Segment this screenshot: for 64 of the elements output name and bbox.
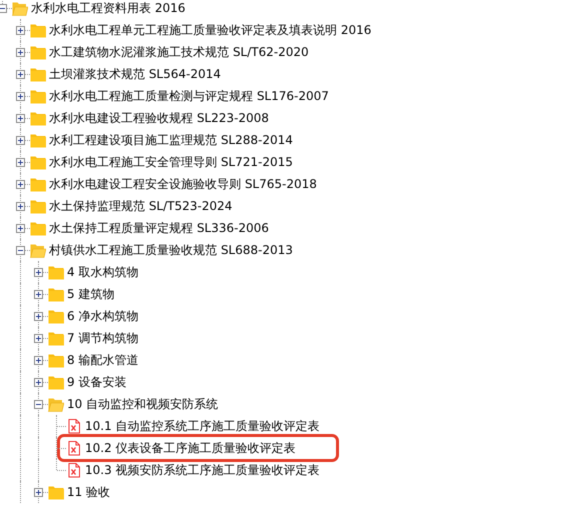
expand-icon[interactable] — [16, 26, 25, 34]
expand-icon[interactable] — [16, 92, 25, 100]
folder-icon — [30, 154, 46, 170]
tree-item-label[interactable]: 水利水电工程资料用表 2016 — [31, 0, 186, 16]
folder-icon — [48, 286, 64, 302]
expand-icon[interactable] — [16, 48, 25, 56]
tree-item-label[interactable]: 10.1 自动监控系统工序施工质量验收评定表 — [85, 418, 320, 434]
tree-item-label[interactable]: 10.3 视频安防系统工序施工质量验收评定表 — [85, 462, 320, 478]
expand-icon[interactable] — [16, 224, 25, 232]
expand-icon[interactable] — [34, 290, 43, 298]
folder-icon — [30, 44, 46, 60]
expand-icon[interactable] — [34, 334, 43, 342]
tree-item-label[interactable]: 10 自动监控和视频安防系统 — [67, 396, 218, 412]
folder-icon — [30, 66, 46, 82]
folder-icon — [48, 484, 64, 500]
folder-icon — [30, 198, 46, 214]
expand-icon[interactable] — [34, 488, 43, 496]
folder-icon — [30, 132, 46, 148]
tree-item-label[interactable]: 水土保持监理规范 SL/T523-2024 — [49, 198, 232, 214]
tree-item-label[interactable]: 9 设备安装 — [67, 374, 126, 390]
tree-item-label[interactable]: 5 建筑物 — [67, 286, 114, 302]
tree-item-label[interactable]: 水工建筑物水泥灌浆施工技术规范 SL/T62-2020 — [49, 44, 309, 60]
tree-item-label[interactable]: 水利水电工程单元工程施工质量验收评定表及填表说明 2016 — [49, 22, 372, 38]
tree-item-label[interactable]: 11 验收 — [67, 484, 110, 500]
tree-item-label[interactable]: 水利工程建设项目施工监理规范 SL288-2014 — [49, 132, 293, 148]
collapse-icon[interactable] — [0, 4, 7, 12]
folder-icon — [30, 110, 46, 126]
folder-icon — [48, 264, 64, 280]
tree-item-label[interactable]: 6 净水构筑物 — [67, 308, 138, 324]
folder-icon — [48, 330, 64, 346]
folder-icon — [30, 22, 46, 38]
tree-item-label[interactable]: 水土保持工程质量评定规程 SL336-2006 — [49, 220, 269, 236]
tree-item-label[interactable]: 4 取水构筑物 — [67, 264, 138, 280]
expand-icon[interactable] — [16, 158, 25, 166]
tree-item-label[interactable]: 土坝灌浆技术规范 SL564-2014 — [49, 66, 221, 82]
folder-icon — [30, 176, 46, 192]
expand-icon[interactable] — [16, 202, 25, 210]
expand-icon[interactable] — [34, 378, 43, 386]
expand-icon[interactable] — [16, 136, 25, 144]
tree-item-label[interactable]: 7 调节构筑物 — [67, 330, 138, 346]
tree-item-label[interactable]: 水利水电建设工程验收规程 SL223-2008 — [49, 110, 269, 126]
folder-icon — [48, 308, 64, 324]
collapse-icon[interactable] — [34, 400, 43, 408]
open-folder-icon — [12, 0, 28, 16]
folder-icon — [48, 352, 64, 368]
expand-icon[interactable] — [34, 268, 43, 276]
open-folder-icon — [30, 242, 46, 258]
expand-icon[interactable] — [34, 312, 43, 320]
collapse-icon[interactable] — [16, 246, 25, 254]
folder-icon — [30, 88, 46, 104]
tree-item-label[interactable]: 村镇供水工程施工质量验收规范 SL688-2013 — [49, 242, 293, 258]
folder-icon — [48, 374, 64, 390]
tree-item-label[interactable]: 8 输配水管道 — [67, 352, 138, 368]
spreadsheet-file-icon — [66, 440, 82, 456]
folder-icon — [30, 220, 46, 236]
expand-icon[interactable] — [34, 356, 43, 364]
tree-item-label[interactable]: 水利水电工程施工质量检测与评定规程 SL176-2007 — [49, 88, 329, 104]
open-folder-icon — [48, 396, 64, 412]
tree-item-label[interactable]: 10.2 仪表设备工序施工质量验收评定表 — [85, 440, 296, 456]
expand-icon[interactable] — [16, 70, 25, 78]
tree-item-label[interactable]: 水利水电工程施工安全管理导则 SL721-2015 — [49, 154, 293, 170]
expand-icon[interactable] — [16, 180, 25, 188]
tree-item-label[interactable]: 水利水电建设工程安全设施验收导则 SL765-2018 — [49, 176, 317, 192]
expand-icon[interactable] — [16, 114, 25, 122]
